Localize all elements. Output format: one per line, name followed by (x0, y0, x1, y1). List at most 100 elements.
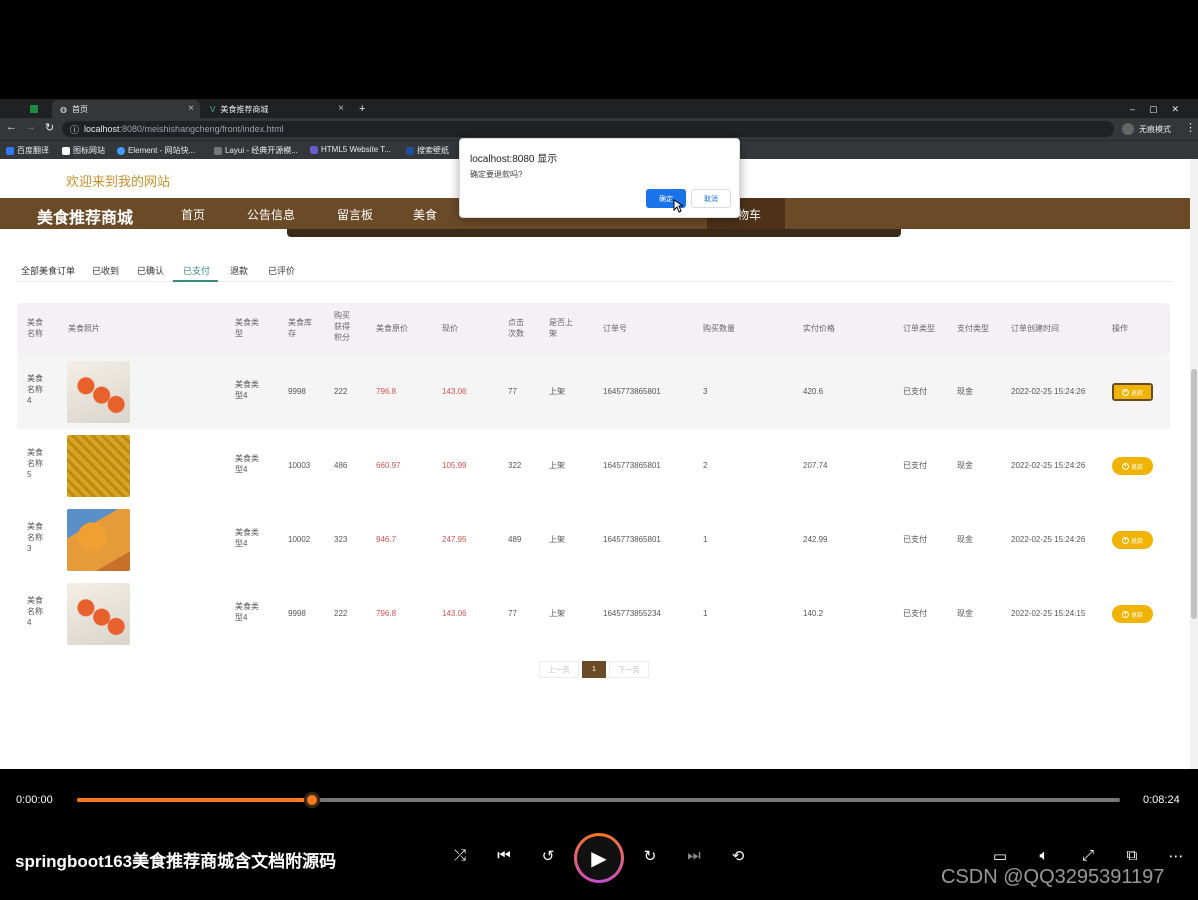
vue-icon: V (210, 104, 216, 114)
volume-icon[interactable]: 🔈︎ (1033, 847, 1055, 864)
tab-reviewed[interactable]: 已评价 (268, 264, 295, 277)
close-icon[interactable]: × (338, 103, 344, 114)
food-stock: 10003 (288, 461, 311, 470)
element-icon (117, 146, 125, 155)
sheets-tab-icon[interactable] (28, 100, 40, 118)
progress-fill (77, 798, 312, 802)
refund-button[interactable]: ¥ 退款 (1112, 531, 1153, 549)
bookmark-item[interactable]: Layui - 经典开源模... (214, 145, 298, 156)
quantity: 1 (703, 609, 708, 618)
nav-food[interactable]: 美食 (413, 206, 437, 223)
col-header: 实付价格 (803, 324, 835, 333)
order-type: 已支付 (903, 535, 927, 544)
back-icon[interactable]: ← (6, 121, 17, 133)
col-header: 美食照片 (68, 324, 100, 333)
next-icon[interactable]: ⏭ (683, 847, 705, 864)
col-header: 支付类型 (957, 324, 989, 333)
window-controls[interactable]: – ▢ ✕ (1122, 100, 1192, 118)
forward-30-icon[interactable]: ↻ (639, 847, 661, 865)
page-scrollbar[interactable] (1190, 159, 1198, 769)
previous-icon[interactable]: ⏮ (493, 847, 515, 864)
wallpaper-icon (406, 146, 414, 155)
refund-button[interactable]: ¥ 退款 (1112, 605, 1153, 623)
rewind-10-icon[interactable]: ↺ (537, 847, 559, 865)
close-icon[interactable]: × (188, 103, 194, 114)
col-header: 订单类型 (903, 324, 935, 333)
bookmark-item[interactable]: 图标网站 (62, 145, 105, 156)
listed-status: 上架 (549, 609, 565, 618)
bookmark-item[interactable]: HTML5 Website T... (310, 145, 391, 154)
site-brand[interactable]: 美食推荐商城 (37, 204, 133, 228)
points: 323 (334, 535, 348, 544)
click-count: 489 (508, 535, 522, 544)
yen-icon: ¥ (1121, 610, 1129, 618)
paid-amount: 140.2 (803, 609, 824, 618)
col-header: 购买获得积分 (334, 311, 350, 342)
food-photo (67, 509, 130, 571)
points: 222 (334, 609, 348, 618)
reload-icon[interactable]: ↻ (45, 121, 54, 134)
forward-icon[interactable]: → (25, 121, 36, 133)
refund-button[interactable]: ¥ 退款 (1112, 383, 1153, 401)
original-price: 660.97 (376, 461, 401, 470)
col-header: 购买数量 (703, 324, 735, 333)
food-photo (67, 435, 130, 497)
tab-food-mall-label: 美食推荐商城 (220, 104, 269, 114)
tab-all-orders[interactable]: 全部美食订单 (21, 264, 75, 277)
profile-label[interactable]: 无痕模式 (1139, 124, 1171, 135)
dialog-cancel-button[interactable]: 取消 (691, 189, 731, 208)
col-header: 是否上架 (549, 318, 573, 338)
tab-food-mall[interactable]: V 美食推荐商城 × (202, 100, 350, 118)
repeat-off-icon[interactable]: ⟲ (727, 847, 749, 865)
progress-handle[interactable] (304, 792, 320, 808)
tab-home-label: 首页 (71, 104, 88, 114)
new-tab-button[interactable]: + (356, 100, 372, 118)
incognito-avatar[interactable] (1122, 123, 1134, 135)
col-header: 点击次数 (508, 318, 524, 338)
next-page-button[interactable]: 下一页 (609, 661, 649, 678)
fullscreen-icon[interactable]: ⤢ (1077, 847, 1099, 864)
col-header: 订单创建时间 (1011, 324, 1059, 333)
mini-player-icon[interactable]: ⧉ (1121, 847, 1143, 864)
food-name: 美食名称5 (27, 448, 43, 479)
mouse-cursor-icon (673, 199, 683, 213)
quantity: 3 (703, 387, 708, 396)
tab-refund[interactable]: 退款 (230, 264, 248, 277)
nav-cart-label: 物车 (737, 208, 762, 222)
more-icon[interactable]: ⋯ (1165, 847, 1187, 865)
play-icon: ▶ (577, 836, 621, 880)
bookmark-label: Element - 网站快... (128, 146, 196, 155)
nav-announcements[interactable]: 公告信息 (247, 206, 295, 223)
bookmark-label: HTML5 Website T... (321, 145, 391, 154)
welcome-text: 欢迎来到我的网站 (66, 174, 171, 189)
info-icon[interactable]: ⓘ (70, 123, 79, 136)
yen-icon: ¥ (1121, 536, 1129, 544)
shuffle-icon[interactable]: ⤮ (449, 847, 471, 864)
tab-confirmed[interactable]: 已确认 (137, 264, 164, 277)
page-1-button[interactable]: 1 (582, 661, 606, 678)
tab-received[interactable]: 已收到 (92, 264, 119, 277)
bookmark-item[interactable]: 百度翻译 (6, 145, 49, 156)
subtitles-icon[interactable]: ▭ (989, 847, 1011, 865)
order-number: 1645773865801 (603, 387, 661, 396)
original-price: 946.7 (376, 535, 397, 544)
prev-page-button[interactable]: 上一页 (539, 661, 579, 678)
tab-home[interactable]: ◍ 首页 × (52, 100, 200, 118)
dialog-title: localhost:8080 显示 (470, 154, 558, 165)
play-button[interactable]: ▶ (574, 833, 624, 883)
csdn-watermark: CSDN @QQ3295391197 (941, 866, 1165, 888)
refund-button-label: 退款 (1130, 538, 1143, 545)
bookmark-item[interactable]: 搜索壁纸 (406, 145, 449, 156)
refund-button[interactable]: ¥ 退款 (1112, 457, 1153, 475)
scrollbar-thumb[interactable] (1191, 369, 1197, 619)
flag-icon (62, 146, 70, 155)
bookmark-item[interactable]: Element - 网站快... (117, 145, 195, 156)
food-type: 美食类型4 (235, 528, 259, 548)
col-header: 订单号 (603, 324, 627, 333)
nav-message-board[interactable]: 留言板 (337, 206, 373, 223)
food-photo (67, 361, 130, 423)
nav-home[interactable]: 首页 (181, 206, 205, 223)
tab-paid[interactable]: 已支付 (183, 264, 210, 277)
menu-icon[interactable]: ⋮ (1185, 121, 1196, 134)
url-bar[interactable]: ⓘ localhost:8080/meishishangcheng/front/… (62, 121, 1114, 137)
